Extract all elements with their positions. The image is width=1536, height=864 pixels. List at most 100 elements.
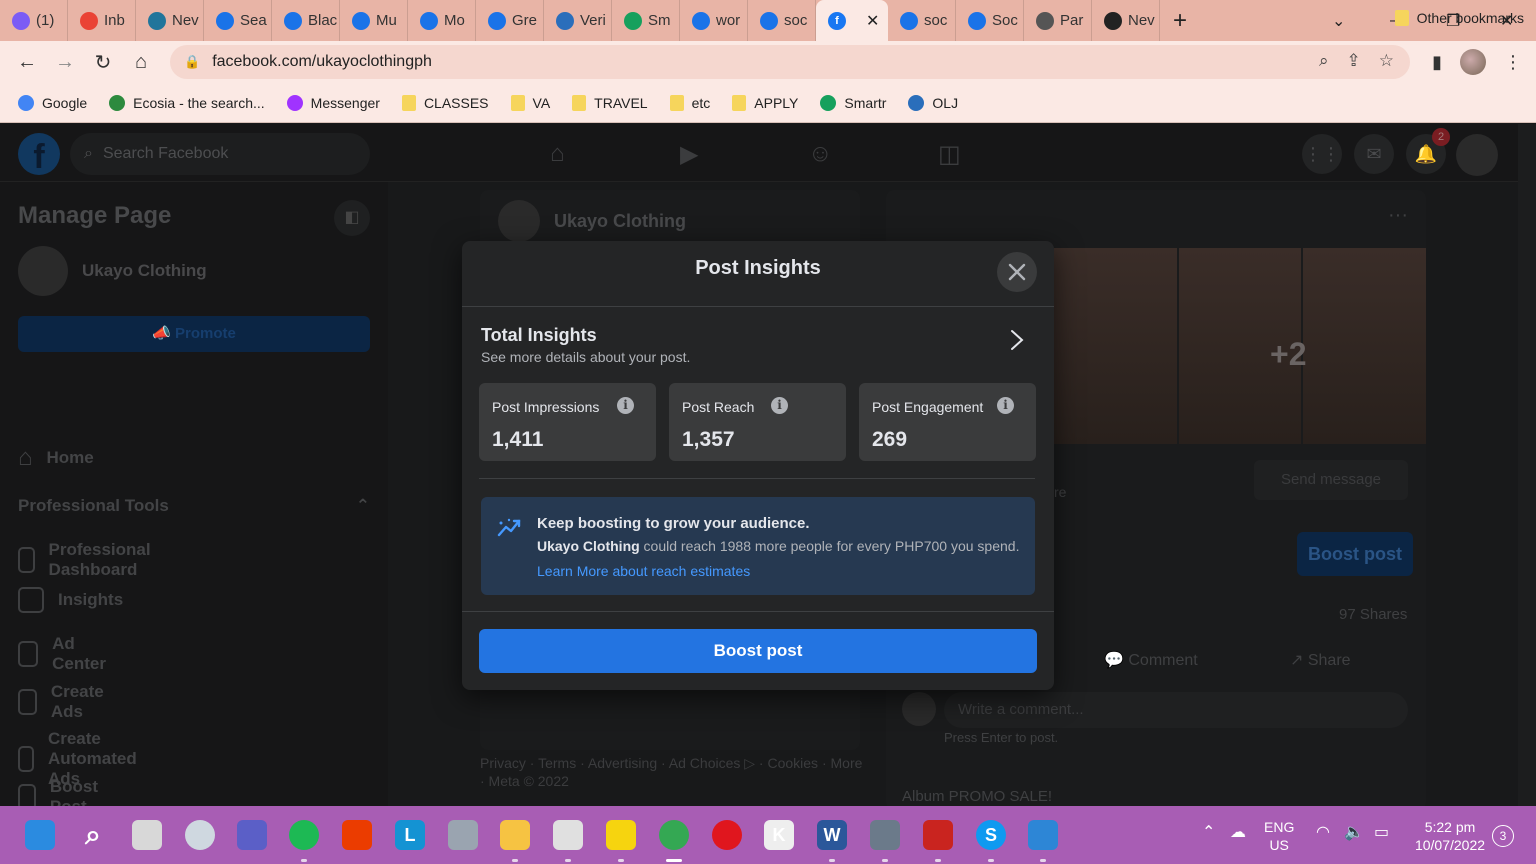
olj-icon — [908, 94, 925, 111]
bookmark-item[interactable]: VA — [510, 94, 550, 111]
metric-value: 1,357 — [682, 428, 735, 451]
zoom-icon[interactable]: ⌕ — [1319, 51, 1329, 71]
sticky-notes-icon[interactable] — [606, 820, 636, 850]
folder-icon — [401, 94, 416, 111]
bookmark-item[interactable]: Smartr — [820, 94, 887, 111]
acrobat-icon[interactable] — [923, 820, 953, 850]
browser-tab[interactable]: Mo — [408, 0, 476, 41]
back-icon[interactable]: ← — [8, 51, 46, 74]
bookmark-label: Google — [42, 94, 88, 111]
info-icon[interactable]: i — [771, 397, 788, 414]
tab-label: Soc — [992, 12, 1018, 29]
other-bookmarks[interactable]: Other bookmarks — [1394, 10, 1524, 26]
opera-icon[interactable] — [712, 820, 742, 850]
taskbar-running-indicator — [1040, 859, 1046, 862]
new-tab-button[interactable]: + — [1160, 7, 1200, 35]
tray-chevron-icon[interactable]: ⌃ — [1202, 824, 1215, 842]
bookmark-label: APPLY — [754, 94, 799, 111]
tab-favicon-icon — [968, 11, 986, 30]
bookmark-item[interactable]: Messenger — [286, 94, 380, 111]
browser-tab[interactable]: Gre — [476, 0, 544, 41]
reload-icon[interactable]: ↻ — [84, 50, 122, 75]
app-k-icon[interactable]: K — [764, 820, 794, 850]
browser-tab[interactable]: f ✕ — [816, 0, 888, 41]
share-icon[interactable]: ⇪ — [1347, 51, 1361, 71]
browser-tab[interactable]: Inb — [68, 0, 136, 41]
tab-favicon-icon — [420, 11, 438, 30]
bookmark-star-icon[interactable]: ☆ — [1379, 51, 1394, 71]
bookmarks-bar: Google Ecosia - the search... Messenger CLA… — [0, 83, 1536, 123]
skype-icon[interactable]: S — [976, 820, 1006, 850]
bookmark-item[interactable]: CLASSES — [401, 94, 489, 111]
menu-icon[interactable]: ⋮ — [1504, 52, 1522, 73]
chrome-icon[interactable] — [659, 820, 689, 850]
bookmark-item[interactable]: etc — [669, 94, 710, 111]
notification-center-badge[interactable]: 3 — [1492, 825, 1514, 847]
tab-label: Nev — [1128, 12, 1155, 29]
boost-post-button[interactable]: Boost post — [479, 629, 1037, 673]
url-text[interactable]: facebook.com/ukayoclothingph — [212, 53, 432, 71]
spotify-icon[interactable] — [289, 820, 319, 850]
word-icon[interactable]: W — [817, 820, 847, 850]
facebook-favicon-icon: f — [828, 11, 846, 30]
info-icon[interactable]: i — [617, 397, 634, 414]
widgets-icon[interactable] — [185, 820, 215, 850]
printer-icon[interactable] — [448, 820, 478, 850]
tab-close-icon[interactable]: ✕ — [866, 11, 879, 31]
taskbar-running-indicator — [565, 859, 571, 862]
browser-tab[interactable]: (1) — [0, 0, 68, 41]
browser-tab[interactable]: Sea — [204, 0, 272, 41]
home-icon[interactable]: ⌂ — [122, 51, 160, 74]
browser-tab[interactable]: wor — [680, 0, 748, 41]
clock[interactable]: 5:22 pm 10/07/2022 — [1410, 818, 1490, 854]
bookmark-item[interactable]: APPLY — [732, 94, 799, 111]
close-modal-button[interactable] — [997, 252, 1037, 292]
tab-favicon-icon — [216, 11, 234, 30]
wifi-icon[interactable]: ◠ — [1316, 824, 1330, 842]
volume-icon[interactable]: 🔈 — [1344, 824, 1364, 842]
onedrive-icon[interactable]: ☁ — [1230, 824, 1246, 842]
other-bookmarks-label: Other bookmarks — [1416, 10, 1524, 26]
language-indicator[interactable]: ENG US — [1264, 818, 1294, 854]
browser-tab[interactable]: Par — [1024, 0, 1092, 41]
browser-tab[interactable]: soc — [748, 0, 816, 41]
browser-tab[interactable]: Nev — [1092, 0, 1160, 41]
address-bar[interactable]: 🔒 facebook.com/ukayoclothingph ⌕ ⇪ ☆ — [170, 45, 1410, 79]
metric-label: Post Impressions — [492, 399, 600, 415]
forward-icon[interactable]: → — [46, 51, 84, 74]
tab-label: Gre — [512, 12, 538, 29]
tab-search-button[interactable]: ⌄ — [1332, 0, 1345, 41]
browser-tab[interactable]: Blac — [272, 0, 340, 41]
learn-more-link[interactable]: Learn More about reach estimates — [537, 563, 750, 579]
info-icon[interactable]: i — [997, 397, 1014, 414]
search-icon[interactable]: ⌕ — [78, 820, 108, 850]
file-explorer-icon[interactable] — [500, 820, 530, 850]
windows-start-icon[interactable] — [25, 820, 55, 850]
bookmark-item[interactable]: Ecosia - the search... — [109, 94, 265, 111]
bookmark-item[interactable]: TRAVEL — [572, 94, 648, 111]
browser-tab[interactable]: Sm — [612, 0, 680, 41]
bookmark-item[interactable]: OLJ — [908, 94, 958, 111]
bookmark-item[interactable]: Google — [18, 94, 88, 111]
tab-favicon-icon — [80, 11, 98, 30]
browser-tab[interactable]: Veri — [544, 0, 612, 41]
browser-tab[interactable]: soc — [888, 0, 956, 41]
banner-text: Ukayo Clothing could reach 1988 more peo… — [537, 538, 1020, 554]
browser-tab[interactable]: Mu — [340, 0, 408, 41]
battery-icon[interactable]: ▭ — [1374, 824, 1389, 842]
profile-avatar[interactable] — [1460, 49, 1486, 75]
task-view-icon[interactable] — [132, 820, 162, 850]
tab-label: Par — [1060, 12, 1084, 29]
browser-tab[interactable]: Nev — [136, 0, 204, 41]
browser-tab[interactable]: Soc — [956, 0, 1024, 41]
bookmark-label: Smartr — [844, 94, 887, 111]
chat-icon[interactable] — [237, 820, 267, 850]
tab-favicon-icon — [556, 11, 574, 30]
office-icon[interactable] — [342, 820, 372, 850]
calculator-icon[interactable] — [553, 820, 583, 850]
side-panel-icon[interactable]: ▮ — [1432, 52, 1442, 73]
app-l-icon[interactable]: L — [395, 820, 425, 850]
camera-icon[interactable] — [870, 820, 900, 850]
lock-icon[interactable]: 🔒 — [184, 54, 200, 70]
photos-icon[interactable] — [1028, 820, 1058, 850]
